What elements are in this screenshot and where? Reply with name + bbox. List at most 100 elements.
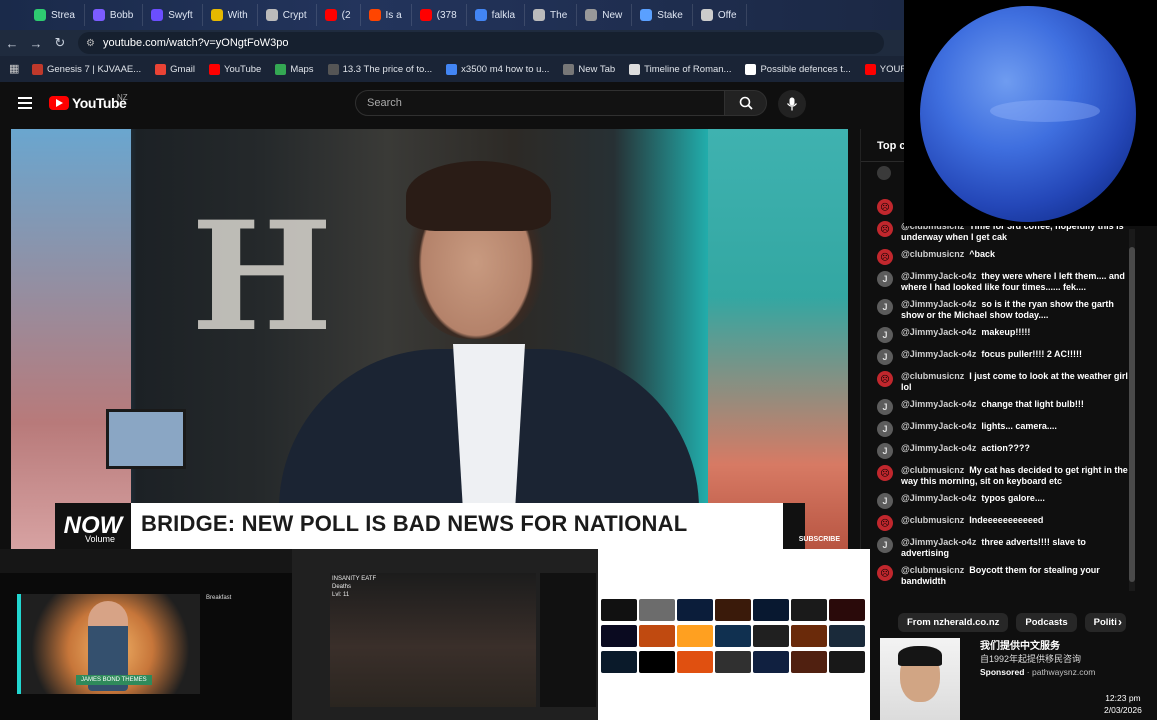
chevron-right-icon[interactable]: › xyxy=(1118,615,1122,629)
avatar-initial-icon[interactable]: J xyxy=(877,537,893,553)
avatar-face-icon[interactable]: ☹ xyxy=(877,465,893,481)
avatar-face-icon[interactable]: ☹ xyxy=(877,565,893,581)
reload-icon[interactable]: ↻ xyxy=(48,35,72,51)
chat-mode-dropdown[interactable]: Top c xyxy=(877,140,906,152)
chat-scrollbar-thumb[interactable] xyxy=(1129,247,1135,582)
image-result-thumbnail[interactable] xyxy=(791,625,827,647)
image-result-thumbnail[interactable] xyxy=(791,651,827,673)
browser-tab[interactable]: falkla xyxy=(467,4,526,26)
avatar-face-icon[interactable]: ☹ xyxy=(877,199,893,215)
image-result-thumbnail[interactable] xyxy=(791,599,827,621)
bookmark-item[interactable]: Gmail xyxy=(155,63,195,75)
browser-tab[interactable]: (2 xyxy=(317,4,361,26)
bookmark-item[interactable]: Genesis 7 | KJVAAE... xyxy=(32,63,141,75)
chat-message[interactable]: J @JimmyJack-o4z they were where I left th… xyxy=(877,271,1131,293)
chat-author[interactable]: @JimmyJack-o4z xyxy=(901,493,976,503)
thumbnail-tv-stream[interactable]: JAMES BOND THEMES Breakfast xyxy=(0,549,292,720)
chat-author[interactable]: @clubmusicnz xyxy=(901,465,964,475)
search-button[interactable] xyxy=(724,90,767,116)
image-result-thumbnail[interactable] xyxy=(601,625,637,647)
taskbar-clock[interactable]: 12:23 pm 2/03/2026 xyxy=(1100,690,1146,718)
apps-grid-icon[interactable]: ▦ xyxy=(9,62,19,75)
chat-author[interactable]: @clubmusicnz xyxy=(901,515,964,525)
avatar-initial-icon[interactable]: J xyxy=(877,493,893,509)
avatar-face-icon[interactable]: ☹ xyxy=(877,221,893,237)
image-result-thumbnail[interactable] xyxy=(829,599,865,621)
chat-message[interactable]: ☹ @clubmusicnz I just come to look at the … xyxy=(877,371,1131,393)
chat-message[interactable]: J @JimmyJack-o4z lights... camera.... xyxy=(877,421,1131,437)
video-player[interactable]: H NOW BRIDGE: NEW POLL IS BAD NEWS FOR N… xyxy=(11,129,848,549)
youtube-logo[interactable]: YouTube xyxy=(49,95,127,111)
ad-thumbnail[interactable] xyxy=(880,638,960,720)
bookmark-item[interactable]: Maps xyxy=(275,63,314,75)
avatar-initial-icon[interactable]: J xyxy=(877,399,893,415)
chat-author[interactable]: @JimmyJack-o4z xyxy=(901,537,976,547)
avatar-initial-icon[interactable]: J xyxy=(877,443,893,459)
chat-author[interactable]: @JimmyJack-o4z xyxy=(901,349,976,359)
bookmark-item[interactable]: YOUR xyxy=(864,63,904,75)
avatar-face-icon[interactable]: ☹ xyxy=(877,515,893,531)
subscribe-watermark[interactable]: SUBSCRIBE xyxy=(799,536,840,543)
browser-tab[interactable]: Is a xyxy=(361,4,412,26)
bookmark-item[interactable]: New Tab xyxy=(563,63,615,75)
image-result-thumbnail[interactable] xyxy=(677,599,713,621)
image-result-thumbnail[interactable] xyxy=(753,599,789,621)
chat-message[interactable]: ☹ @clubmusicnz Boycott them for stealing y… xyxy=(877,565,1131,587)
browser-tab[interactable]: The xyxy=(525,4,578,26)
browser-tab[interactable]: Bobb xyxy=(85,4,144,26)
chat-message[interactable]: J @JimmyJack-o4z makeup!!!!! xyxy=(877,327,1131,343)
image-result-thumbnail[interactable] xyxy=(753,651,789,673)
back-icon[interactable]: ← xyxy=(0,36,24,51)
image-result-thumbnail[interactable] xyxy=(829,625,865,647)
chat-author[interactable]: @JimmyJack-o4z xyxy=(901,327,976,337)
chat-message[interactable]: J @JimmyJack-o4z action???? xyxy=(877,443,1131,459)
bookmark-item[interactable]: YouTube xyxy=(208,63,261,75)
chat-message[interactable]: J @JimmyJack-o4z three adverts!!!! slave t… xyxy=(877,537,1131,559)
browser-tab[interactable]: Stake xyxy=(632,4,693,26)
chat-author[interactable]: @JimmyJack-o4z xyxy=(901,399,976,409)
address-bar[interactable]: ⚙ youtube.com/watch?v=yONgtFoW3po xyxy=(78,32,884,54)
browser-tab[interactable]: Swyft xyxy=(143,4,203,26)
chip-podcasts[interactable]: Podcasts xyxy=(1016,612,1077,632)
site-info-icon[interactable]: ⚙ xyxy=(86,38,95,49)
chat-author[interactable]: @JimmyJack-o4z xyxy=(901,443,976,453)
image-result-thumbnail[interactable] xyxy=(601,651,637,673)
image-result-thumbnail[interactable] xyxy=(715,625,751,647)
menu-icon[interactable] xyxy=(18,97,32,109)
chat-message[interactable]: ☹ @clubmusicnz ^back xyxy=(877,249,1131,265)
browser-tab[interactable]: Crypt xyxy=(258,4,317,26)
thumbnail-game-stream[interactable]: INSANITY EATF Deaths Lvl: 11 xyxy=(292,549,598,720)
chat-author[interactable]: @clubmusicnz xyxy=(901,249,964,259)
chat-message[interactable]: J @JimmyJack-o4z focus puller!!!! 2 AC!!!!… xyxy=(877,349,1131,365)
ad-title[interactable]: 我们提供中文服务 自1992年起提供移民咨询 xyxy=(980,641,1150,665)
avatar-face-icon[interactable]: ☹ xyxy=(877,249,893,265)
chat-message[interactable]: J @JimmyJack-o4z change that light bulb!!! xyxy=(877,399,1131,415)
image-result-thumbnail[interactable] xyxy=(677,651,713,673)
chip-nzherald[interactable]: From nzherald.co.nz xyxy=(898,612,1009,632)
bookmark-item[interactable]: Timeline of Roman... xyxy=(629,63,731,75)
browser-tab[interactable]: New xyxy=(577,4,633,26)
voice-search-button[interactable] xyxy=(778,90,806,118)
image-result-thumbnail[interactable] xyxy=(715,651,751,673)
image-result-thumbnail[interactable] xyxy=(601,599,637,621)
browser-tab[interactable]: Strea xyxy=(26,4,85,26)
avatar-initial-icon[interactable]: J xyxy=(877,421,893,437)
chat-message[interactable]: J @JimmyJack-o4z typos galore.... xyxy=(877,493,1131,509)
chat-author[interactable]: @clubmusicnz xyxy=(901,371,964,381)
image-result-thumbnail[interactable] xyxy=(639,599,675,621)
chat-pinned-icon[interactable] xyxy=(877,166,891,180)
chat-message[interactable]: J @JimmyJack-o4z so is it the ryan show th… xyxy=(877,299,1131,321)
avatar-initial-icon[interactable]: J xyxy=(877,349,893,365)
avatar-face-icon[interactable]: ☹ xyxy=(877,371,893,387)
chat-author[interactable]: @clubmusicnz xyxy=(901,565,964,575)
avatar-initial-icon[interactable]: J xyxy=(877,327,893,343)
search-input[interactable]: Search xyxy=(355,90,725,116)
chat-author[interactable]: @JimmyJack-o4z xyxy=(901,299,976,309)
bookmark-item[interactable]: Possible defences t... xyxy=(745,63,851,75)
image-result-thumbnail[interactable] xyxy=(639,625,675,647)
forward-icon[interactable]: → xyxy=(24,36,48,51)
image-result-thumbnail[interactable] xyxy=(715,599,751,621)
browser-tab[interactable]: (378 xyxy=(412,4,467,26)
thumbnail-image-search[interactable] xyxy=(598,549,870,720)
browser-tab[interactable]: With xyxy=(203,4,258,26)
